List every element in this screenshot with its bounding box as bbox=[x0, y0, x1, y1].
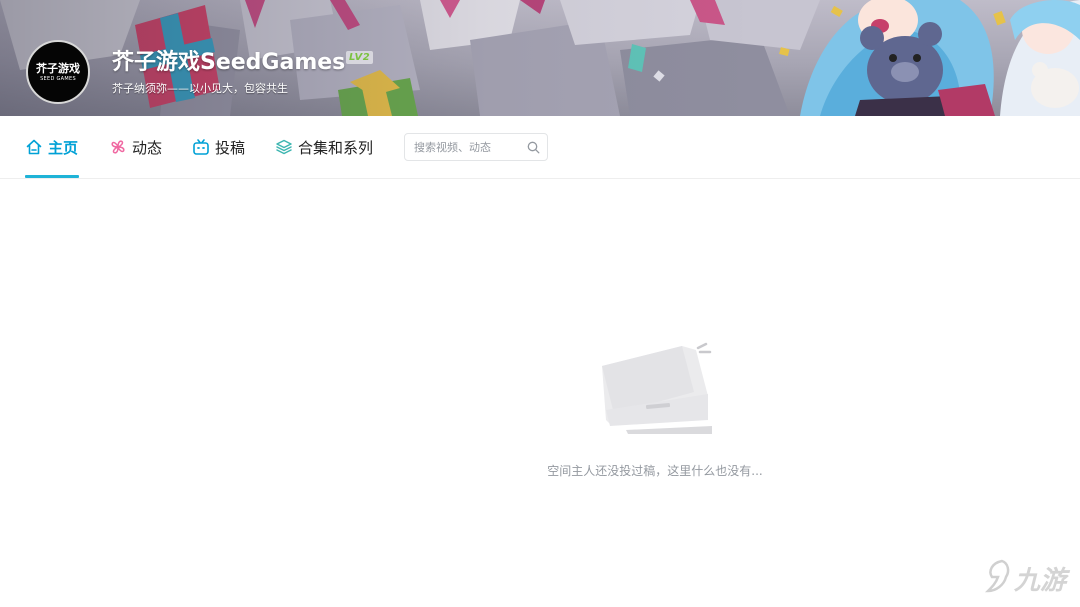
tab-label: 投稿 bbox=[215, 138, 246, 157]
tab-dynamic[interactable]: 动态 bbox=[109, 135, 162, 159]
avatar-logo-subtext: SEED GAMES bbox=[40, 75, 76, 82]
tab-submissions[interactable]: 投稿 bbox=[192, 135, 245, 159]
watermark-text: 九游 bbox=[1014, 566, 1067, 596]
user-signature: 芥子纳须弥——以小见大，包容共生 bbox=[112, 82, 288, 95]
home-icon bbox=[26, 139, 42, 155]
profile-banner: 芥子游戏 SEED GAMES 芥子游戏SeedGames LV2 芥子纳须弥—… bbox=[0, 0, 1080, 116]
tab-collections[interactable]: 合集和系列 bbox=[275, 135, 373, 159]
tab-home[interactable]: 主页 bbox=[25, 135, 78, 159]
empty-box-icon bbox=[602, 342, 712, 434]
search-input[interactable] bbox=[405, 134, 523, 160]
watermark-logo-icon bbox=[984, 559, 1010, 593]
pinwheel-icon bbox=[111, 140, 125, 154]
tab-label: 合集和系列 bbox=[298, 138, 374, 157]
watermark: 九游 bbox=[984, 555, 1076, 603]
tab-label: 动态 bbox=[132, 138, 163, 157]
tv-icon bbox=[193, 139, 209, 155]
avatar[interactable]: 芥子游戏 SEED GAMES bbox=[26, 40, 90, 104]
empty-state-message: 空间主人还没投过稿，这里什么也没有... bbox=[547, 464, 763, 478]
level-badge: LV2 bbox=[346, 51, 374, 64]
search-box bbox=[404, 133, 548, 161]
active-tab-indicator bbox=[25, 175, 79, 178]
layers-icon bbox=[276, 139, 292, 155]
username: 芥子游戏SeedGames bbox=[112, 50, 346, 75]
avatar-logo-text: 芥子游戏 bbox=[36, 61, 80, 75]
search-icon[interactable] bbox=[527, 141, 540, 154]
tab-label: 主页 bbox=[48, 138, 79, 157]
profile-nav: 主页 动态 投稿 合集和系列 bbox=[0, 116, 1080, 179]
